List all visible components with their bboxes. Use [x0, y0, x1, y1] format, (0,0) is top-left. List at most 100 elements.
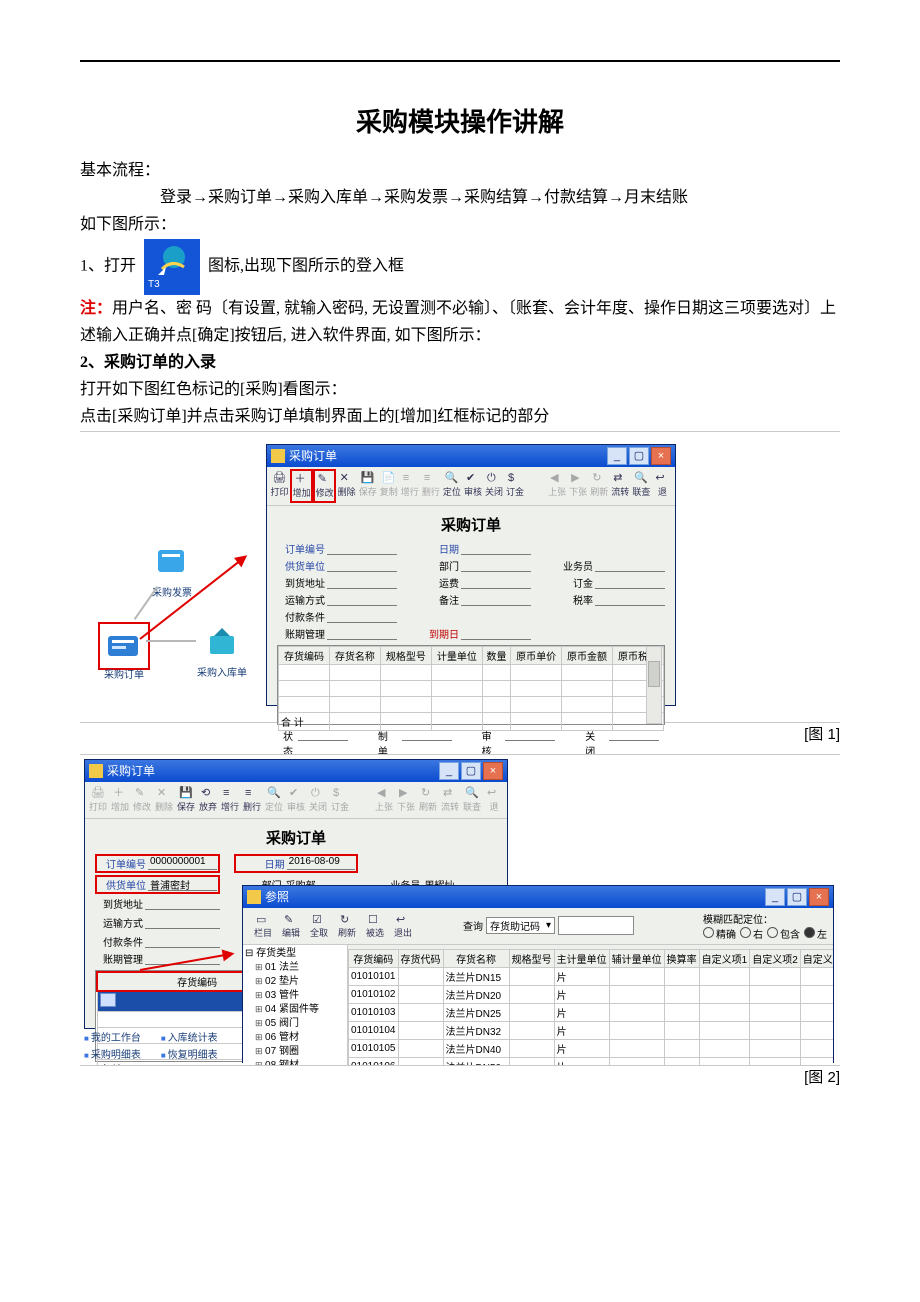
field-supplier[interactable]: 普浦密封 [148, 877, 217, 891]
field-date[interactable] [461, 541, 531, 555]
col-规格型号[interactable]: 规格型号 [509, 949, 554, 967]
maximize-button[interactable]: ▢ [629, 447, 649, 465]
search-select[interactable]: 存货助记码 ▾ [486, 917, 555, 934]
lookup-icon[interactable] [100, 993, 116, 1007]
tree-node[interactable]: 08 钢材 [245, 1059, 345, 1066]
field-addr[interactable] [327, 575, 397, 589]
field-sales[interactable] [595, 558, 665, 572]
toolbar-审核[interactable]: ✔审核 [462, 469, 483, 501]
field-due[interactable] [461, 626, 531, 640]
toolbar-打印[interactable]: 🖨打印 [269, 469, 290, 501]
tree-node[interactable]: 07 钢圈 [245, 1045, 345, 1059]
ref-row[interactable]: 01010106法兰片DN50片 [349, 1057, 834, 1066]
link-restore-detail[interactable]: 恢复明细表 [161, 1046, 218, 1061]
grid-scrollbar[interactable] [646, 646, 662, 724]
minimize-button[interactable]: _ [607, 447, 627, 465]
col-自定义项3[interactable]: 自定义项3 [800, 949, 833, 967]
col-存货名称[interactable]: 存货名称 [329, 646, 380, 664]
window-titlebar[interactable]: 参照 _ ▢ × [243, 886, 833, 908]
toolbar-删除[interactable]: ✕删除 [336, 469, 357, 501]
search-input[interactable] [558, 916, 634, 935]
field-deposit[interactable] [595, 575, 665, 589]
match-opt-左[interactable]: 左 [804, 926, 827, 941]
ref-row[interactable]: 01010104法兰片DN32片 [349, 1021, 834, 1039]
flow-order-icon[interactable]: 采购订单 [98, 622, 150, 670]
field-addr[interactable] [145, 896, 220, 910]
close-button[interactable]: × [651, 447, 671, 465]
col-计量单位[interactable]: 计量单位 [431, 646, 482, 664]
tree-node[interactable]: 06 管材 [245, 1031, 345, 1045]
field-order-no[interactable]: 0000000001 [148, 856, 217, 870]
link-inbound-stats[interactable]: 入库统计表 [161, 1029, 218, 1044]
tree-node[interactable]: 03 管件 [245, 989, 345, 1003]
link-workbench[interactable]: 我的工作台 [84, 1029, 141, 1044]
toolbar-增行[interactable]: ≡增行 [219, 784, 241, 816]
minimize-button[interactable]: _ [439, 762, 459, 780]
match-opt-右[interactable]: 右 [740, 926, 763, 941]
col-换算率[interactable]: 换算率 [664, 949, 699, 967]
col-数量[interactable]: 数量 [482, 646, 510, 664]
field-remark[interactable] [461, 592, 531, 606]
field-pay[interactable] [145, 934, 220, 948]
toolbar-删行[interactable]: ≡删行 [241, 784, 263, 816]
tree-node[interactable]: 01 法兰 [245, 961, 345, 975]
field-supplier[interactable] [327, 558, 397, 572]
tree-node[interactable]: 04 紧固件等 [245, 1003, 345, 1017]
col-规格型号[interactable]: 规格型号 [380, 646, 431, 664]
col-存货名称[interactable]: 存货名称 [443, 949, 509, 967]
toolbar-增加[interactable]: ＋增加 [290, 469, 313, 503]
col-原币单价[interactable]: 原币单价 [511, 646, 562, 664]
ref-toolbar-被选[interactable]: ☐被选 [361, 910, 389, 942]
field-order-no[interactable] [327, 541, 397, 555]
ref-toolbar-退出[interactable]: ↩退出 [389, 910, 417, 942]
match-opt-包含[interactable]: 包含 [767, 926, 800, 941]
link-purchase-detail[interactable]: 采购明细表 [84, 1046, 141, 1061]
toolbar-定位[interactable]: 🔍定位 [441, 469, 462, 501]
col-原币金额[interactable]: 原币金额 [562, 646, 613, 664]
field-freight[interactable] [461, 575, 531, 589]
ref-toolbar-编辑[interactable]: ✎编辑 [277, 910, 305, 942]
field-manage[interactable] [327, 626, 397, 640]
toolbar-订金[interactable]: $订金 [505, 469, 526, 501]
toolbar-流转[interactable]: ⇄流转 [610, 469, 631, 501]
ref-row[interactable]: 01010103法兰片DN25片 [349, 1003, 834, 1021]
col-自定义项1[interactable]: 自定义项1 [699, 949, 750, 967]
ref-row[interactable]: 01010105法兰片DN40片 [349, 1039, 834, 1057]
field-date[interactable]: 2016-08-09 [287, 856, 356, 870]
t3-desktop-icon[interactable]: T3 [144, 239, 200, 295]
toolbar-保存[interactable]: 💾保存 [175, 784, 197, 816]
order-lines-grid[interactable]: 存货编码存货名称规格型号计量单位数量原币单价原币金额原币税额 合 计 [277, 645, 665, 725]
col-主计量单位[interactable]: 主计量单位 [554, 949, 609, 967]
ref-row[interactable]: 01010102法兰片DN20片 [349, 985, 834, 1003]
col-存货编码[interactable]: 存货编码 [349, 949, 399, 967]
field-pay[interactable] [327, 609, 397, 623]
toolbar-放弃[interactable]: ⟲放弃 [197, 784, 219, 816]
toolbar-关闭[interactable]: ⏻关闭 [483, 469, 504, 501]
col-辅计量单位[interactable]: 辅计量单位 [609, 949, 664, 967]
field-tax[interactable] [595, 592, 665, 606]
field-dept[interactable] [461, 558, 531, 572]
tree-root[interactable]: 存货类型 [245, 947, 345, 961]
category-tree[interactable]: 存货类型 01 法兰02 垫片03 管件04 紧固件等05 阀门06 管材07 … [243, 945, 348, 1066]
window-titlebar[interactable]: 采购订单 _ ▢ × [85, 760, 507, 782]
minimize-button[interactable]: _ [765, 888, 785, 906]
col-自定义项2[interactable]: 自定义项2 [750, 949, 801, 967]
tree-node[interactable]: 05 阀门 [245, 1017, 345, 1031]
reference-grid[interactable]: 存货编码存货代码存货名称规格型号主计量单位辅计量单位换算率自定义项1自定义项2自… [348, 949, 833, 1066]
field-ship[interactable] [145, 915, 220, 929]
toolbar-修改[interactable]: ✎修改 [313, 469, 336, 503]
toolbar-联查[interactable]: 🔍联查 [631, 469, 652, 501]
col-存货编码[interactable]: 存货编码 [279, 646, 330, 664]
maximize-button[interactable]: ▢ [787, 888, 807, 906]
maximize-button[interactable]: ▢ [461, 762, 481, 780]
ref-toolbar-全取[interactable]: ☑全取 [305, 910, 333, 942]
toolbar-退[interactable]: ↩退 [652, 469, 673, 501]
match-opt-精确[interactable]: 精确 [703, 926, 736, 941]
window-titlebar[interactable]: 采购订单 _ ▢ × [267, 445, 675, 467]
tree-node[interactable]: 02 垫片 [245, 975, 345, 989]
close-button[interactable]: × [483, 762, 503, 780]
field-ship[interactable] [327, 592, 397, 606]
close-button[interactable]: × [809, 888, 829, 906]
ref-toolbar-刷新[interactable]: ↻刷新 [333, 910, 361, 942]
ref-toolbar-栏目[interactable]: ▭栏目 [249, 910, 277, 942]
